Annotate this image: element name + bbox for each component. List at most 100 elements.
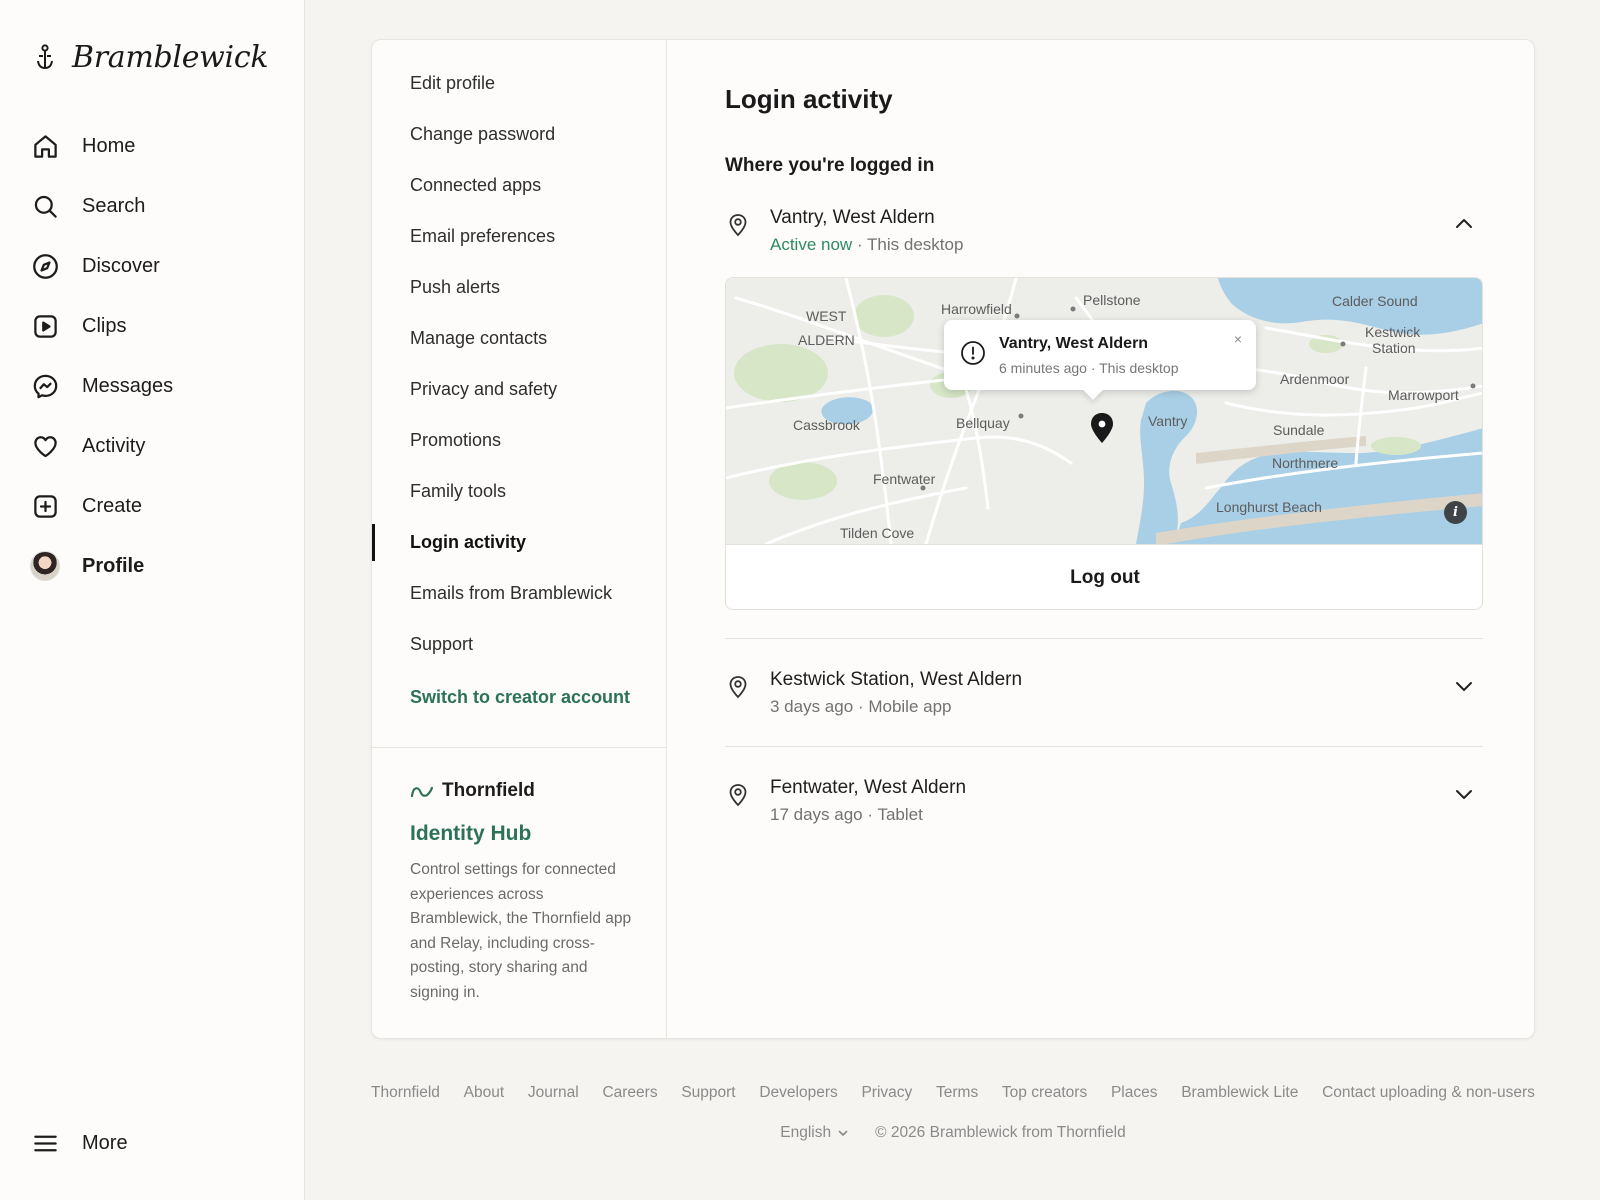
session-device: Tablet (877, 805, 923, 824)
nav-item-more[interactable]: More (30, 1113, 128, 1173)
settings-item-login-activity[interactable]: Login activity (372, 517, 666, 568)
identity-hub-link[interactable]: Identity Hub (410, 822, 636, 846)
nav-item-profile[interactable]: Profile (30, 536, 280, 596)
settings-item-privacy-and-safety[interactable]: Privacy and safety (372, 364, 666, 415)
anchor-icon (37, 43, 53, 69)
hub-brand-name: Thornfield (442, 780, 535, 801)
footer-link[interactable]: Careers (602, 1084, 657, 1102)
chevron-up-icon[interactable] (1453, 213, 1475, 235)
settings-item-connected-apps[interactable]: Connected apps (372, 160, 666, 211)
nav-item-discover[interactable]: Discover (30, 236, 280, 296)
nav-item-home[interactable]: Home (30, 116, 280, 176)
hub-brand: Thornfield (410, 780, 636, 802)
location-pin-icon (729, 784, 747, 807)
footer-bottom: English © 2026 Bramblewick from Thornfie… (371, 1124, 1535, 1142)
meta-separator: · (867, 805, 874, 824)
settings-item-family-tools[interactable]: Family tools (372, 466, 666, 517)
footer-link[interactable]: Journal (528, 1084, 579, 1102)
language-selector[interactable]: English (780, 1124, 849, 1142)
switch-to-creator-link[interactable]: Switch to creator account (372, 672, 666, 723)
log-out-button[interactable]: Log out (726, 544, 1482, 609)
search-icon (30, 191, 60, 221)
popup-title: Vantry, West Aldern (999, 335, 1149, 352)
chevron-down-icon[interactable] (1453, 783, 1475, 805)
map-label-kestwick: Kestwick (1365, 324, 1421, 340)
compass-icon (30, 251, 60, 281)
language-label: English (780, 1124, 832, 1141)
brand[interactable]: Bramblewick (34, 40, 269, 75)
session-map-card: WEST ALDERN Harrowfield Pellstone Calder… (725, 277, 1483, 610)
map-label-station: Station (1372, 340, 1416, 356)
map-label-sundale: Sundale (1273, 422, 1325, 438)
map-park (734, 344, 828, 402)
thornfield-logo-icon (410, 786, 434, 798)
meta-separator: · (857, 697, 864, 716)
play-icon (30, 311, 60, 341)
session-location: Vantry, West Aldern (770, 207, 935, 228)
settings-item-email-preferences[interactable]: Email preferences (372, 211, 666, 262)
settings-item-emails-from-bramblewick[interactable]: Emails from Bramblewick (372, 568, 666, 619)
map-park (854, 295, 914, 337)
nav-label: Search (82, 194, 146, 217)
footer-link[interactable]: Thornfield (371, 1084, 440, 1102)
settings-item-promotions[interactable]: Promotions (372, 415, 666, 466)
footer-link[interactable]: About (464, 1084, 505, 1102)
settings-item-edit-profile[interactable]: Edit profile (372, 58, 666, 109)
session-location: Kestwick Station, West Aldern (770, 669, 1023, 690)
map-label-cassbrook: Cassbrook (793, 417, 861, 433)
divider (725, 638, 1483, 639)
nav-label: More (82, 1131, 128, 1154)
chevron-down-icon (838, 1130, 848, 1136)
settings-list: Edit profile Change password Connected a… (372, 58, 666, 723)
location-pin-icon (729, 676, 747, 699)
alert-circle-icon (961, 341, 985, 365)
location-pin-icon (729, 214, 747, 237)
session-device: This desktop (867, 235, 964, 254)
nav-item-activity[interactable]: Activity (30, 416, 280, 476)
nav-label: Clips (82, 314, 127, 337)
nav-label: Home (82, 134, 136, 157)
settings-item-push-alerts[interactable]: Push alerts (372, 262, 666, 313)
settings-item-manage-contacts[interactable]: Manage contacts (372, 313, 666, 364)
map-label-longhurst-beach: Longhurst Beach (1216, 499, 1322, 515)
copyright: © 2026 Bramblewick from Thornfield (875, 1124, 1126, 1141)
nav-list: Home Search Discover Clips Messages Acti… (30, 116, 280, 596)
chevron-down-icon[interactable] (1453, 675, 1475, 697)
settings-item-change-password[interactable]: Change password (372, 109, 666, 160)
session-item[interactable]: Fentwater, West Aldern 17 days ago · Tab… (725, 777, 1483, 837)
avatar-wrapper (30, 551, 60, 581)
nav-item-messages[interactable]: Messages (30, 356, 280, 416)
footer-link[interactable]: Terms (936, 1084, 978, 1102)
divider (725, 746, 1483, 747)
nav-label: Activity (82, 434, 146, 457)
map-label-harrowfield: Harrowfield (941, 301, 1012, 317)
brand-name: Bramblewick (72, 40, 269, 75)
footer-link[interactable]: Places (1111, 1084, 1158, 1102)
footer-link[interactable]: Contact uploading & non-users (1322, 1084, 1535, 1102)
map[interactable]: WEST ALDERN Harrowfield Pellstone Calder… (726, 278, 1482, 544)
nav-item-create[interactable]: Create (30, 476, 280, 536)
nav-item-clips[interactable]: Clips (30, 296, 280, 356)
footer-link[interactable]: Support (681, 1084, 735, 1102)
meta-separator: · (856, 235, 863, 254)
nav-label: Discover (82, 254, 160, 277)
session-meta: 3 days ago · Mobile app (770, 697, 952, 717)
footer-link[interactable]: Bramblewick Lite (1181, 1084, 1298, 1102)
footer-link[interactable]: Top creators (1002, 1084, 1087, 1102)
info-icon[interactable]: i (1444, 501, 1467, 524)
settings-sidebar: Edit profile Change password Connected a… (372, 40, 667, 1040)
footer-link[interactable]: Developers (759, 1084, 837, 1102)
footer-link[interactable]: Privacy (861, 1084, 912, 1102)
footer-links: Thornfield About Journal Careers Support… (371, 1084, 1535, 1102)
nav-label: Messages (82, 374, 174, 397)
session-item[interactable]: Vantry, West Aldern Active now · This de… (725, 207, 1483, 267)
settings-item-support[interactable]: Support (372, 619, 666, 670)
identity-hub-promo: Thornfield Identity Hub Control settings… (372, 747, 666, 1039)
close-icon[interactable]: × (1234, 332, 1242, 346)
messenger-icon (30, 371, 60, 401)
left-navigation: Bramblewick Home Search Discover Clips M… (0, 0, 305, 1200)
popup-meta: 6 minutes ago · This desktop (999, 360, 1179, 376)
map-label-calder-sound: Calder Sound (1332, 293, 1418, 309)
session-item[interactable]: Kestwick Station, West Aldern 3 days ago… (725, 669, 1483, 729)
nav-item-search[interactable]: Search (30, 176, 280, 236)
